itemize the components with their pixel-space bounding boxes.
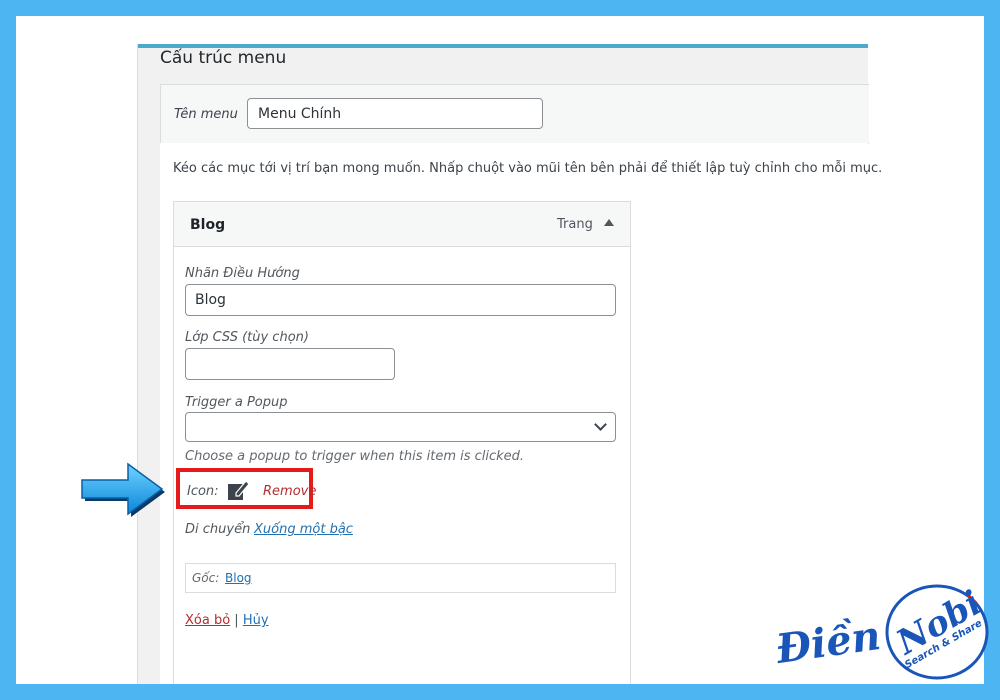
menu-name-input[interactable] xyxy=(247,98,543,129)
original-link[interactable]: Blog xyxy=(225,571,252,585)
menu-item-blog: Blog Trang Nhãn Điều Hướng Lớp CSS (tùy … xyxy=(173,201,631,684)
pointer-arrow-icon xyxy=(81,462,165,517)
menu-name-label: Tên menu xyxy=(174,107,238,122)
menu-item-type: Trang xyxy=(557,217,593,232)
popup-help-text: Choose a popup to trigger when this item… xyxy=(185,449,525,464)
cancel-item-link[interactable]: Hủy xyxy=(243,613,269,628)
item-actions: Xóa bỏ | Hủy xyxy=(185,613,269,628)
collapse-arrow-icon[interactable] xyxy=(604,219,614,226)
actions-separator: | xyxy=(230,613,243,628)
menu-item-handle[interactable]: Blog Trang xyxy=(174,202,630,247)
menu-structure-body: Kéo các mục tới vị trí bạn mong muốn. Nh… xyxy=(160,143,882,684)
edit-icon[interactable] xyxy=(226,478,250,502)
popup-trigger-select[interactable] xyxy=(185,412,616,442)
menu-structure-panel: Cấu trúc menu Tên menu Kéo các mục tới v… xyxy=(137,44,882,684)
move-down-link[interactable]: Xuống một bậc xyxy=(254,522,353,537)
css-class-caption: Lớp CSS (tùy chọn) xyxy=(185,330,309,345)
panel-title: Cấu trúc menu xyxy=(160,48,287,68)
watermark-name-part1: Điền xyxy=(773,611,884,674)
drag-instructions: Kéo các mục tới vị trí bạn mong muốn. Nh… xyxy=(173,161,883,176)
menu-item-title: Blog xyxy=(190,217,226,233)
navigation-label-caption: Nhãn Điều Hướng xyxy=(185,266,300,281)
icon-highlight-box: Icon: Remove xyxy=(176,468,316,509)
popup-trigger-caption: Trigger a Popup xyxy=(185,395,288,410)
delete-item-link[interactable]: Xóa bỏ xyxy=(185,613,230,628)
original-item-box: Gốc: Blog xyxy=(185,563,616,593)
chevron-down-icon xyxy=(594,418,607,431)
original-label: Gốc: xyxy=(192,571,220,585)
navigation-label-input[interactable] xyxy=(185,284,616,316)
css-class-input[interactable] xyxy=(185,348,395,380)
menu-name-row: Tên menu xyxy=(160,84,869,144)
icon-field-label: Icon: xyxy=(187,484,219,499)
move-label: Di chuyển xyxy=(185,522,251,537)
brand-watermark: Điền Nobi Search & Share xyxy=(770,575,1000,700)
remove-icon-link[interactable]: Remove xyxy=(263,484,316,499)
